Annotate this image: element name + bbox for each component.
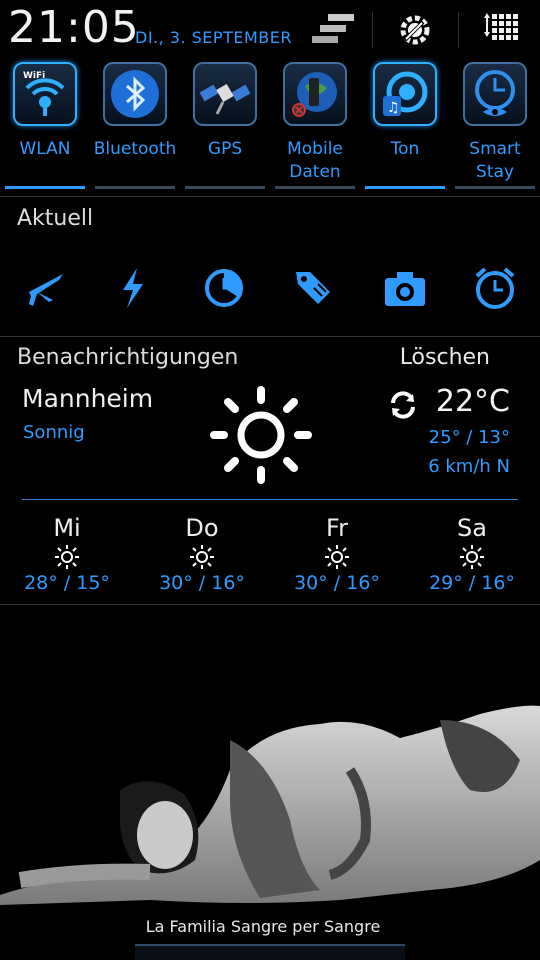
- divider: [0, 604, 540, 605]
- refresh-icon[interactable]: [388, 390, 418, 424]
- sound-icon: ♫: [373, 62, 437, 126]
- wallpaper-image: [0, 700, 540, 910]
- forecast-temps: 30° / 16°: [294, 572, 380, 594]
- toggle-gps[interactable]: GPS: [185, 62, 265, 190]
- airplane-icon[interactable]: [23, 266, 67, 310]
- divider: [0, 336, 540, 337]
- toggle-indicator: [5, 186, 85, 189]
- divider: [0, 196, 540, 197]
- sun-icon: [55, 545, 79, 569]
- toggle-label: Smart Stay: [469, 139, 521, 182]
- status-date: DI., 3. SEPTEMBER: [135, 28, 292, 47]
- alarm-icon[interactable]: [473, 266, 517, 310]
- clock-icon[interactable]: [202, 266, 246, 310]
- forecast-day: Do 30° / 16°: [152, 514, 252, 594]
- stairs-icon: [312, 14, 354, 43]
- smart-stay-icon: [463, 62, 527, 126]
- toggle-mobile-data[interactable]: Mobile Daten: [275, 62, 355, 190]
- sun-icon: [190, 545, 214, 569]
- toggle-label: Bluetooth: [93, 139, 177, 159]
- svg-text:WiFi: WiFi: [23, 71, 45, 81]
- toggle-wlan[interactable]: WiFi WLAN: [5, 62, 85, 190]
- toggle-indicator: [95, 186, 175, 189]
- wallpaper-caption: La Familia Sangre per Sangre: [145, 917, 381, 936]
- weather-condition: Sonnig: [23, 422, 85, 443]
- toggle-label: Mobile Daten: [287, 139, 343, 182]
- forecast-day-name: Do: [185, 514, 219, 542]
- forecast-temps: 30° / 16°: [159, 572, 245, 594]
- status-divider: [458, 12, 459, 48]
- toggle-indicator: [185, 186, 265, 189]
- panel-drag-handle[interactable]: [135, 944, 405, 960]
- sun-icon: [325, 545, 349, 569]
- toggle-label: Ton: [390, 139, 420, 159]
- all-toggles-button[interactable]: [480, 10, 520, 50]
- status-divider: [372, 12, 373, 48]
- settings-button[interactable]: [395, 10, 435, 50]
- forecast-day-name: Mi: [53, 514, 81, 542]
- grid-icon: [484, 13, 518, 40]
- toggle-label: WLAN: [19, 139, 71, 159]
- toggle-bluetooth[interactable]: Bluetooth: [94, 62, 176, 190]
- forecast-day: Sa 29° / 16°: [422, 514, 522, 594]
- notifications-title: Benachrichtigungen: [17, 345, 239, 370]
- toggle-smart-stay[interactable]: Smart Stay: [455, 62, 535, 190]
- weather-city: Mannheim: [22, 384, 154, 413]
- flash-icon[interactable]: [111, 266, 155, 310]
- satellite-icon: [193, 62, 257, 126]
- weather-divider: [22, 499, 518, 500]
- toggle-indicator: [455, 186, 535, 189]
- toggle-label: GPS: [207, 139, 243, 159]
- forecast-day-name: Sa: [457, 514, 487, 542]
- wifi-icon: WiFi: [13, 62, 77, 126]
- forecast-temps: 29° / 16°: [429, 572, 515, 594]
- svg-text:♫: ♫: [387, 100, 400, 116]
- settings-icon: [400, 15, 430, 45]
- sun-icon: [460, 545, 484, 569]
- forecast-day: Mi 28° / 15°: [17, 514, 117, 594]
- camera-icon[interactable]: [383, 266, 427, 310]
- forecast-day: Fr 30° / 16°: [287, 514, 387, 594]
- toggle-indicator: [365, 186, 445, 189]
- section-title-current: Aktuell: [17, 206, 94, 231]
- tag-icon[interactable]: [292, 266, 336, 310]
- weather-wind: 6 km/h N: [428, 456, 510, 477]
- clear-button[interactable]: Löschen: [400, 345, 490, 370]
- toggle-indicator: [275, 186, 355, 189]
- toggle-order-button[interactable]: [308, 10, 354, 50]
- mobile-data-icon: [283, 62, 347, 126]
- forecast-day-name: Fr: [326, 514, 348, 542]
- sun-icon: [208, 384, 314, 492]
- bluetooth-icon: [103, 62, 167, 126]
- weather-high-low: 25° / 13°: [428, 427, 510, 448]
- status-clock: 21:05: [8, 2, 140, 53]
- forecast-temps: 28° / 15°: [24, 572, 110, 594]
- weather-temperature: 22°C: [435, 384, 510, 419]
- toggle-sound[interactable]: ♫ Ton: [365, 62, 445, 190]
